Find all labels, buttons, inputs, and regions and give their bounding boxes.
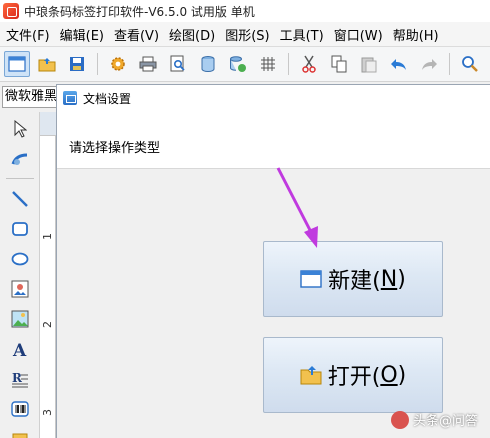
toolbar-divider	[97, 53, 98, 75]
watermark-logo-icon	[391, 410, 409, 429]
new-button-suffix: )	[397, 266, 406, 292]
menu-tools[interactable]: 工具(T)	[275, 25, 329, 44]
toolbar-divider	[449, 53, 450, 75]
menu-draw[interactable]: 绘图(D)	[164, 25, 220, 44]
save-icon[interactable]	[66, 53, 88, 75]
document-tab[interactable]	[40, 112, 56, 136]
more-tool-icon[interactable]	[9, 426, 31, 438]
line-tool-icon[interactable]	[9, 188, 31, 210]
watermark: 头条@问答	[391, 410, 478, 429]
grid-icon[interactable]	[257, 53, 279, 75]
dialog-window-icon	[63, 91, 77, 105]
svg-text:R: R	[12, 371, 23, 385]
open-button[interactable]: 打开(O)	[263, 337, 443, 413]
settings-gear-icon[interactable]	[107, 53, 129, 75]
menu-file[interactable]: 文件(F)	[0, 25, 55, 44]
ellipse-tool-icon[interactable]	[9, 248, 31, 270]
new-button-mnemonic: N	[380, 266, 398, 292]
redo-icon[interactable]	[418, 53, 440, 75]
open-button-suffix: )	[397, 362, 407, 388]
print-icon[interactable]	[137, 53, 159, 75]
dialog-title: 文档设置	[83, 91, 132, 106]
rich-text-tool-icon[interactable]: R	[9, 368, 31, 390]
app-logo-icon	[3, 3, 19, 19]
menu-window[interactable]: 窗口(W)	[329, 25, 388, 44]
menu-view[interactable]: 查看(V)	[109, 25, 164, 44]
cut-icon[interactable]	[298, 53, 320, 75]
menu-edit[interactable]: 编辑(E)	[55, 25, 109, 44]
open-folder-icon	[300, 366, 322, 385]
database-settings-icon[interactable]	[227, 53, 249, 75]
print-preview-icon[interactable]	[167, 53, 189, 75]
pan-tool-icon[interactable]	[9, 148, 31, 170]
ruler-mark: 3	[41, 409, 54, 416]
ruler-mark: 1	[41, 233, 54, 240]
new-document-icon	[300, 270, 322, 288]
zoom-icon[interactable]	[459, 53, 481, 75]
toolbar-divider	[288, 53, 289, 75]
paste-icon[interactable]	[358, 53, 380, 75]
menu-help[interactable]: 帮助(H)	[388, 25, 444, 44]
font-family-select[interactable]: 微软雅黑	[2, 86, 58, 108]
image-tool-icon[interactable]	[9, 278, 31, 300]
tool-palette: A R	[0, 112, 40, 438]
menu-shape[interactable]: 图形(S)	[220, 25, 274, 44]
select-arrow-icon[interactable]	[9, 118, 31, 140]
new-button-text: 新建(	[328, 269, 381, 294]
ruler-mark: 2	[41, 321, 54, 328]
vertical-ruler: 1 2 3	[40, 112, 56, 438]
watermark-text: 头条@问答	[413, 414, 479, 429]
rectangle-tool-icon[interactable]	[9, 218, 31, 240]
copy-icon[interactable]	[328, 53, 350, 75]
new-document-icon[interactable]	[4, 51, 30, 77]
open-button-text: 打开(	[327, 365, 381, 390]
document-settings-dialog: 文档设置 请选择操作类型 新建(N) 打开(O)	[56, 84, 490, 438]
window-title: 中琅条码标签打印软件-V6.5.0 试用版 单机	[24, 4, 255, 19]
database-icon[interactable]	[197, 53, 219, 75]
menu-bar: 文件(F) 编辑(E) 查看(V) 绘图(D) 图形(S) 工具(T) 窗口(W…	[0, 22, 490, 46]
svg-text:A: A	[12, 341, 27, 358]
picture-tool-icon[interactable]	[9, 308, 31, 330]
palette-divider	[6, 178, 34, 179]
new-button-label: 新建(N)	[300, 263, 406, 295]
text-tool-icon[interactable]: A	[9, 338, 31, 360]
open-folder-icon[interactable]	[36, 53, 58, 75]
title-bar: 中琅条码标签打印软件-V6.5.0 试用版 单机	[0, 0, 490, 22]
dialog-prompt: 请选择操作类型	[69, 141, 161, 156]
dialog-title-bar: 文档设置	[57, 85, 490, 111]
barcode-tool-icon[interactable]	[9, 398, 31, 420]
main-toolbar	[0, 46, 490, 82]
open-button-mnemonic: O	[380, 362, 398, 388]
undo-icon[interactable]	[388, 53, 410, 75]
open-button-label: 打开(O)	[300, 359, 407, 391]
font-toolbar: 微软雅黑	[0, 83, 58, 111]
annotation-arrow-icon	[276, 167, 318, 248]
